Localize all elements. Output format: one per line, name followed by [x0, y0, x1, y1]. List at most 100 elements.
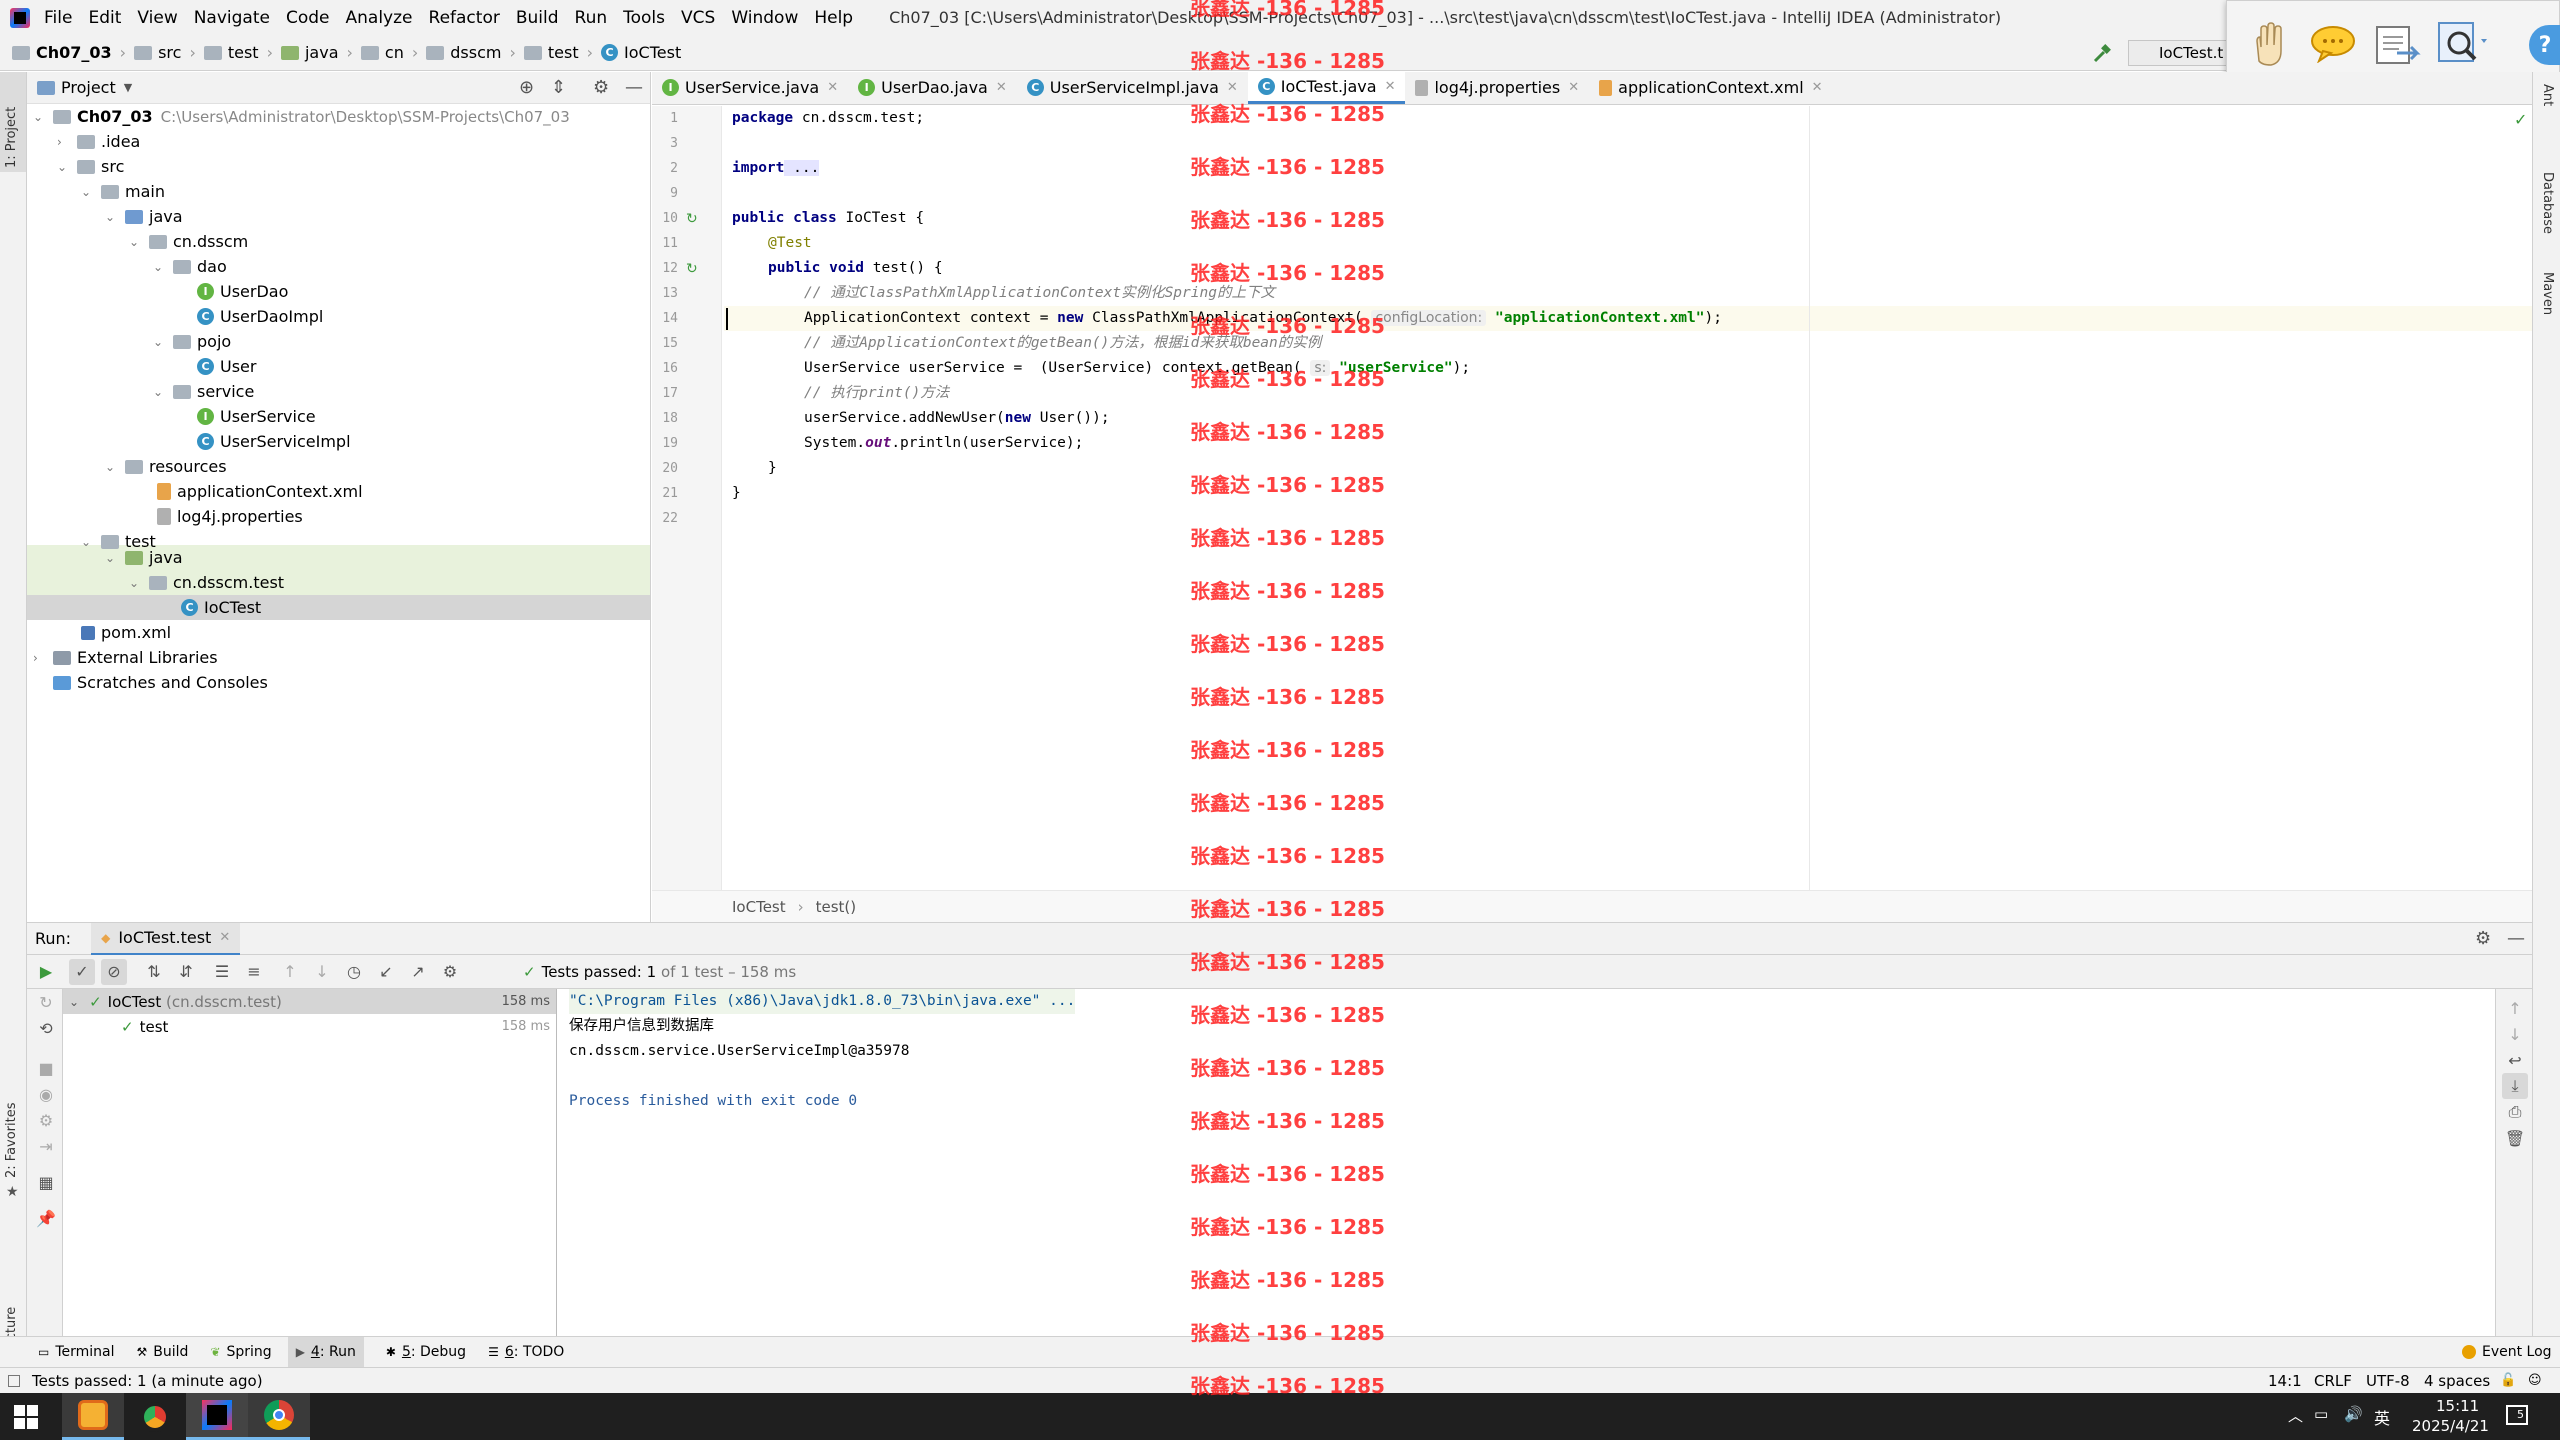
lock-icon[interactable]: 🔓: [2500, 1373, 2516, 1388]
tree-node-userdaoimpl[interactable]: C UserDaoImpl: [197, 304, 323, 329]
breadcrumb-project[interactable]: Ch07_03 ›: [12, 43, 126, 62]
tree-node-user[interactable]: C User: [197, 354, 256, 379]
menu-file[interactable]: File: [36, 8, 80, 28]
breadcrumb-test[interactable]: test ›: [203, 43, 273, 62]
hide-panel-icon[interactable]: —: [2507, 928, 2525, 949]
soft-wrap-icon[interactable]: ↩: [2502, 1047, 2528, 1073]
tab-applicationcontext[interactable]: applicationContext.xml ✕: [1589, 71, 1832, 104]
hide-panel-icon[interactable]: —: [625, 77, 643, 98]
show-ignored-icon[interactable]: ⊘: [101, 958, 127, 985]
tab-userdao[interactable]: I UserDao.java ✕: [848, 71, 1017, 104]
tree-node-log4j[interactable]: log4j.properties: [157, 504, 303, 529]
line-separator[interactable]: CRLF: [2314, 1372, 2352, 1390]
dump-threads-icon[interactable]: ◉: [33, 1081, 59, 1107]
taskbar-app-folder[interactable]: [62, 1393, 124, 1440]
status-message[interactable]: Tests passed: 1 (a minute ago): [32, 1372, 263, 1390]
toggle-auto-test-icon[interactable]: ⟲: [33, 1015, 59, 1041]
tree-node-userservice[interactable]: I UserService: [197, 404, 316, 429]
close-icon[interactable]: ✕: [996, 80, 1007, 95]
gear-icon[interactable]: ⚙: [593, 77, 609, 98]
print-icon[interactable]: ⎙: [2502, 1099, 2528, 1125]
arrow-up-icon[interactable]: ↑: [2502, 995, 2528, 1021]
tree-node-external-libraries[interactable]: › External Libraries: [33, 645, 218, 670]
inspection-ok-icon[interactable]: ✓: [2514, 110, 2527, 129]
breadcrumb-src[interactable]: src ›: [134, 43, 196, 62]
tree-node-ioctest[interactable]: C IoCTest: [181, 595, 261, 620]
arrow-down-icon[interactable]: ↓: [2502, 1021, 2528, 1047]
side-database-label[interactable]: Database: [2540, 172, 2555, 234]
side-favorites-label[interactable]: 2: Favorites: [4, 1102, 19, 1178]
windows-start-icon[interactable]: [14, 1405, 38, 1429]
menu-refactor[interactable]: Refactor: [421, 8, 508, 28]
show-passed-icon[interactable]: ✓: [69, 958, 95, 985]
gear-icon[interactable]: ⚙: [437, 959, 463, 985]
stop-icon[interactable]: ■: [33, 1055, 59, 1081]
menu-analyze[interactable]: Analyze: [338, 8, 421, 28]
tab-userservice[interactable]: I UserService.java ✕: [652, 71, 848, 104]
toolwindow-run[interactable]: ▶ 4: Run: [287, 1336, 364, 1368]
tree-node-applicationcontext[interactable]: applicationContext.xml: [157, 479, 363, 504]
previous-failed-icon[interactable]: ↑: [277, 959, 303, 985]
tree-node-userdao[interactable]: I UserDao: [197, 279, 288, 304]
expand-all-icon[interactable]: ☰: [209, 959, 235, 985]
tree-node-service[interactable]: ⌄ service: [153, 379, 254, 404]
chevron-down-icon[interactable]: ▼: [124, 81, 132, 94]
taskbar-app-intellij[interactable]: [186, 1393, 248, 1440]
tree-node-scratches[interactable]: Scratches and Consoles: [53, 670, 268, 695]
breadcrumb-dsscm[interactable]: dsscm ›: [426, 43, 516, 62]
menu-window[interactable]: Window: [723, 8, 806, 28]
breadcrumb-java[interactable]: java ›: [280, 43, 353, 62]
editor-breadcrumb-method[interactable]: test(): [816, 898, 857, 916]
breadcrumb-ioctest[interactable]: C IoCTest: [601, 43, 681, 62]
trash-icon[interactable]: 🗑: [2502, 1125, 2528, 1151]
close-icon[interactable]: ✕: [1227, 80, 1238, 95]
tree-node-test-java[interactable]: ⌄ java: [105, 545, 183, 570]
test-row[interactable]: ⌄ ✓ IoCTest (cn.dsscm.test) 158 ms: [63, 989, 556, 1014]
comment-icon[interactable]: [2309, 23, 2357, 63]
rerun-failed-icon[interactable]: ↻: [33, 989, 59, 1015]
menu-help[interactable]: Help: [806, 8, 861, 28]
menu-navigate[interactable]: Navigate: [186, 8, 278, 28]
settings-icon[interactable]: ⚙: [33, 1107, 59, 1133]
file-encoding[interactable]: UTF-8: [2366, 1372, 2410, 1390]
code-editor[interactable]: package cn.dsscm.test; import ... public…: [724, 106, 2532, 890]
side-ant-label[interactable]: Ant: [2540, 84, 2555, 106]
breadcrumb-test-pkg[interactable]: test ›: [523, 43, 593, 62]
notification-button[interactable]: 5: [2506, 1405, 2528, 1425]
cursor-position[interactable]: 14:1: [2268, 1372, 2302, 1390]
volume-icon[interactable]: 🔊: [2344, 1405, 2363, 1423]
toolwindow-todo[interactable]: ☰ 6: TODO: [488, 1344, 564, 1360]
tree-node-main[interactable]: ⌄ main: [81, 179, 165, 204]
menu-edit[interactable]: Edit: [80, 8, 129, 28]
taskbar-app-browser[interactable]: [124, 1393, 186, 1440]
test-row[interactable]: ✓ test 158 ms: [63, 1014, 556, 1039]
sort-duration-icon[interactable]: ⇵: [173, 959, 199, 985]
zoom-document-icon[interactable]: [2435, 19, 2491, 67]
tree-node-resources[interactable]: ⌄ resources: [105, 454, 227, 479]
menu-run[interactable]: Run: [567, 8, 616, 28]
tray-chevron-up-icon[interactable]: ︿: [2288, 1405, 2303, 1426]
menu-code[interactable]: Code: [278, 8, 338, 28]
rerun-icon[interactable]: ▶: [33, 959, 59, 985]
run-config-select[interactable]: IoCTest.t: [2128, 40, 2228, 66]
export-tests-icon[interactable]: ↗: [405, 959, 431, 985]
layout-icon[interactable]: ▦: [33, 1169, 59, 1195]
next-failed-icon[interactable]: ↓: [309, 959, 335, 985]
scroll-to-end-icon[interactable]: ⤓: [2502, 1073, 2528, 1099]
tree-node-idea[interactable]: › .idea: [57, 129, 140, 154]
side-project-label[interactable]: 1: Project: [4, 107, 19, 168]
toolwindow-terminal[interactable]: ▭ Terminal: [38, 1344, 115, 1360]
exit-icon[interactable]: ⇥: [33, 1133, 59, 1159]
import-tests-icon[interactable]: ↙: [373, 959, 399, 985]
toolwindow-spring[interactable]: ❦ Spring: [210, 1344, 271, 1360]
run-test-gutter-icon[interactable]: ↻: [686, 211, 702, 227]
breadcrumb-cn[interactable]: cn ›: [360, 43, 418, 62]
tree-node-project-root[interactable]: ⌄ Ch07_03 C:\Users\Administrator\Desktop\S…: [33, 104, 570, 129]
gear-icon[interactable]: ⚙: [2475, 928, 2491, 949]
pin-icon[interactable]: 📌: [33, 1205, 59, 1231]
close-icon[interactable]: ✕: [1568, 80, 1579, 95]
taskbar-app-chrome[interactable]: [248, 1393, 310, 1440]
hand-icon[interactable]: [2249, 21, 2289, 67]
input-language[interactable]: 英: [2374, 1405, 2390, 1429]
toolwindow-debug[interactable]: ✱ 5: Debug: [386, 1344, 466, 1360]
